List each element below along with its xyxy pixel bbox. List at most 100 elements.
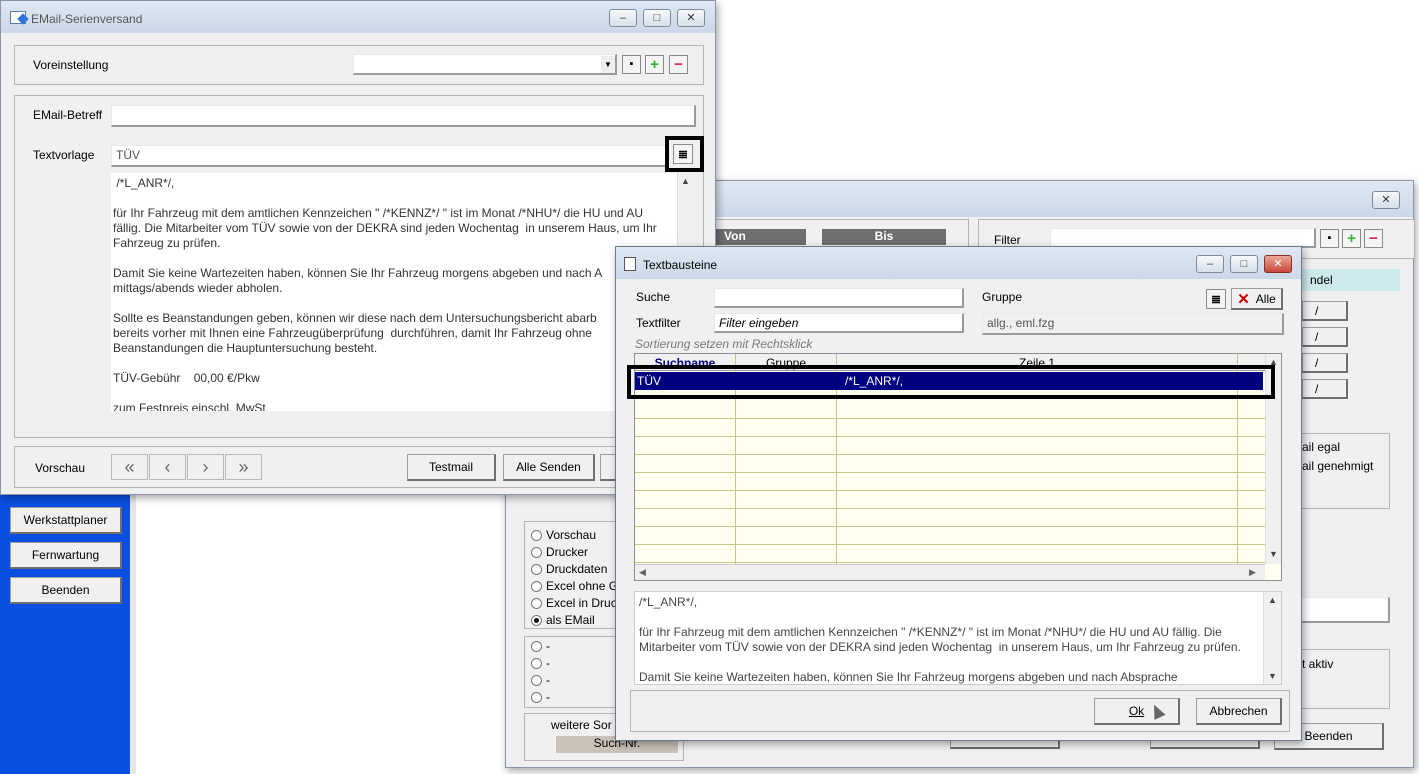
dash-option-label: - <box>546 639 550 653</box>
right-input[interactable] <box>1296 597 1390 623</box>
mail-egal-label[interactable]: ail egal <box>1302 440 1340 454</box>
email-window-title: EMail-Serienversand <box>31 12 143 26</box>
alle-senden-button[interactable]: Alle Senden <box>503 454 595 481</box>
textbausteine-app-icon <box>624 257 636 271</box>
radio-icon <box>531 563 542 575</box>
list-icon[interactable]: ≣ <box>673 144 693 164</box>
table-row[interactable] <box>635 420 1267 437</box>
email-close-button[interactable]: ✕ <box>677 9 705 27</box>
previous-record-icon[interactable]: ‹ <box>149 454 186 480</box>
abbrechen-button[interactable]: Abbrechen <box>1196 698 1282 725</box>
slash-field-4[interactable]: / <box>1302 379 1348 399</box>
slash-field-2[interactable]: / <box>1302 327 1348 347</box>
table-row[interactable] <box>635 528 1267 545</box>
slash-field-1[interactable]: / <box>1302 301 1348 321</box>
bg-close-button[interactable]: ✕ <box>1372 191 1400 209</box>
next-record-icon[interactable]: › <box>187 454 224 480</box>
textvorlage-input[interactable]: TÜV <box>111 145 667 167</box>
textbausteine-window: Textbausteine – □ ✕ Suche Gruppe ≣ ✕ All… <box>615 246 1302 741</box>
output-option-vorschau[interactable]: Vorschau <box>531 528 596 542</box>
voreinstellung-select[interactable] <box>353 54 617 75</box>
scroll-up-icon[interactable]: ▲ <box>678 173 693 189</box>
output-option-email[interactable]: als EMail <box>531 613 595 627</box>
table-row[interactable] <box>635 492 1267 509</box>
tb-minimize-button[interactable]: – <box>1196 255 1224 273</box>
textvorlage-label: Textvorlage <box>33 148 95 162</box>
first-record-icon[interactable]: « <box>111 454 148 480</box>
radio-icon <box>531 580 542 592</box>
testmail-button[interactable]: Testmail <box>407 454 496 481</box>
dash-option-3[interactable]: - <box>531 673 550 687</box>
output-option-excel-in[interactable]: Excel in Druc <box>531 596 617 610</box>
scroll-down-icon[interactable]: ▼ <box>1264 668 1281 684</box>
preview-textarea[interactable]: /*L_ANR*/, für Ihr Fahrzeug mit dem amtl… <box>634 591 1282 685</box>
gruppe-input[interactable]: allg., eml.fzg <box>982 313 1284 335</box>
scroll-left-icon[interactable]: ◀ <box>639 567 646 578</box>
betreff-label: EMail-Betreff <box>33 108 103 122</box>
app-sidebar-divider <box>130 495 136 774</box>
scroll-down-icon[interactable]: ▼ <box>1266 546 1281 562</box>
tb-button-panel <box>630 690 1290 732</box>
email-body-textarea[interactable]: /*L_ANR*/, für Ihr Fahrzeug mit dem amtl… <box>111 173 693 411</box>
table-row[interactable] <box>635 510 1267 527</box>
email-maximize-button[interactable]: □ <box>643 9 671 27</box>
output-option-drucker[interactable]: Drucker <box>531 545 588 559</box>
textfilter-input[interactable]: Filter eingeben <box>714 313 964 333</box>
ok-button[interactable]: Ok <box>1094 698 1180 725</box>
grid-horizontal-scrollbar[interactable]: ◀ ▶ <box>635 564 1265 580</box>
textfilter-label: Textfilter <box>636 316 681 330</box>
col-von-header[interactable]: Von <box>716 229 806 245</box>
werkstattplaner-button[interactable]: Werkstattplaner <box>10 507 122 534</box>
textbausteine-title: Textbausteine <box>643 258 718 272</box>
dash-option-2[interactable]: - <box>531 656 550 670</box>
dash-option-4[interactable]: - <box>531 690 550 704</box>
dash-option-1[interactable]: - <box>531 639 550 653</box>
tb-maximize-button[interactable]: □ <box>1230 255 1258 273</box>
close-icon: ✕ <box>1237 290 1250 308</box>
table-row[interactable] <box>635 402 1267 419</box>
radio-icon <box>531 640 542 652</box>
col-bis-header[interactable]: Bis <box>822 229 946 245</box>
scroll-right-icon[interactable]: ▶ <box>1249 567 1256 578</box>
mail-genehmigt-label[interactable]: ail genehmigt <box>1302 459 1373 473</box>
output-option-label: als EMail <box>546 613 595 627</box>
gruppe-label: Gruppe <box>982 290 1023 304</box>
output-option-label: Vorschau <box>546 528 597 542</box>
add-preset-icon[interactable]: + <box>645 55 664 74</box>
chevron-down-icon[interactable]: ▼ <box>601 56 615 73</box>
app-beenden-button[interactable]: Beenden <box>10 577 122 604</box>
last-record-icon[interactable]: » <box>225 454 262 480</box>
suche-label: Suche <box>636 290 671 304</box>
slash-field-3[interactable]: / <box>1302 353 1348 373</box>
filter-add-icon[interactable]: + <box>1342 229 1361 248</box>
remove-preset-icon[interactable]: − <box>669 55 688 74</box>
output-option-excel-ohne[interactable]: Excel ohne G <box>531 579 618 593</box>
table-row[interactable] <box>635 474 1267 491</box>
table-row[interactable] <box>635 438 1267 455</box>
betreff-input[interactable] <box>111 105 696 127</box>
email-minimize-button[interactable]: – <box>609 9 637 27</box>
fernwartung-button[interactable]: Fernwartung <box>10 542 122 569</box>
save-preset-icon[interactable]: ▪ <box>622 55 641 74</box>
aktiv-label[interactable]: t aktiv <box>1302 657 1333 671</box>
output-option-label: Excel in Druc <box>546 596 617 610</box>
output-option-druckdaten[interactable]: Druckdaten <box>531 562 607 576</box>
filter-remove-icon[interactable]: − <box>1364 229 1383 248</box>
radio-icon <box>531 529 542 541</box>
voreinstellung-label: Voreinstellung <box>33 58 109 72</box>
preview-scrollbar[interactable]: ▲ ▼ <box>1263 592 1281 684</box>
alle-button[interactable]: ✕ Alle <box>1231 288 1283 310</box>
tb-close-button[interactable]: ✕ <box>1264 255 1292 273</box>
table-row[interactable] <box>635 546 1267 563</box>
gruppe-list-icon[interactable]: ≣ <box>1206 289 1226 309</box>
filter-select[interactable] <box>1050 228 1316 248</box>
suche-input[interactable] <box>714 288 964 308</box>
scroll-up-icon[interactable]: ▲ <box>1264 592 1281 608</box>
table-row[interactable] <box>635 456 1267 473</box>
app-sidebar <box>0 495 130 774</box>
output-option-label: Excel ohne G <box>546 579 619 593</box>
filter-save-icon[interactable]: ▪ <box>1320 229 1339 248</box>
output-option-label: Druckdaten <box>546 562 608 576</box>
email-window: EMail-Serienversand – □ ✕ Voreinstellung… <box>0 0 716 495</box>
dash-option-label: - <box>546 673 550 687</box>
